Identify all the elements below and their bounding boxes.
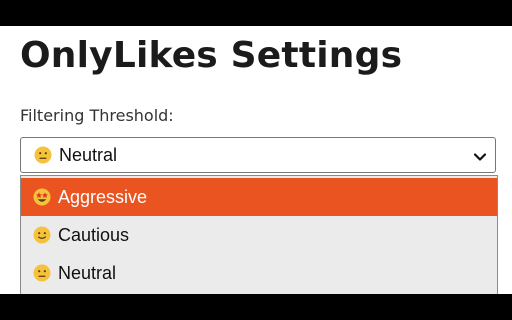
- letterbox-bottom: [0, 294, 512, 320]
- neutral-face-emoji-icon: [34, 146, 52, 164]
- option-label: Aggressive: [58, 186, 148, 207]
- settings-page: OnlyLikes Settings Filtering Threshold: …: [0, 26, 512, 294]
- neutral-face-emoji-icon: [33, 264, 51, 282]
- option-label: Cautious: [58, 224, 130, 245]
- star-struck-emoji-icon: [33, 188, 51, 206]
- filtering-threshold-label: Filtering Threshold:: [20, 106, 174, 125]
- filtering-threshold-select[interactable]: Neutral: [20, 137, 496, 173]
- threshold-options-list: Aggressive Cautious Neutral: [20, 175, 498, 294]
- option-neutral[interactable]: Neutral: [21, 254, 497, 292]
- page-title: OnlyLikes Settings: [20, 35, 403, 76]
- select-current-value: Neutral: [59, 144, 118, 165]
- option-label: Neutral: [58, 262, 117, 283]
- option-aggressive[interactable]: Aggressive: [21, 178, 497, 216]
- letterbox-top: [0, 0, 512, 26]
- option-cautious[interactable]: Cautious: [21, 216, 497, 254]
- chevron-down-icon: [473, 148, 487, 162]
- slightly-smiling-emoji-icon: [33, 226, 51, 244]
